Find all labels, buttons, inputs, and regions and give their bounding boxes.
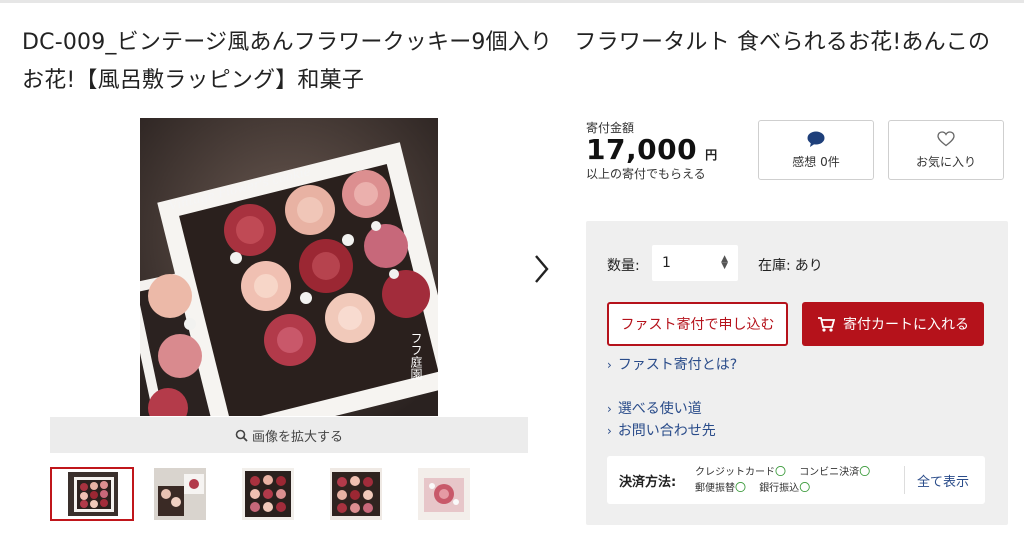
payment-method-konbini: コンビニ決済〇 bbox=[799, 465, 871, 478]
usage-link[interactable]: › 選べる使い道 bbox=[607, 398, 702, 418]
select-updown-icon: ▲ ▼ bbox=[721, 254, 728, 271]
payment-methods-box: 決済方法: クレジットカード〇 コンビニ決済〇 郵便振替〇 銀行振込〇 全て表示 bbox=[607, 456, 985, 504]
thumbnail-2[interactable] bbox=[154, 467, 238, 521]
payment-method-card: クレジットカード〇 bbox=[695, 465, 786, 478]
magnifier-icon bbox=[235, 429, 248, 442]
quantity-value: 1 bbox=[662, 255, 671, 271]
donation-amount: 17,000 bbox=[586, 133, 698, 166]
payment-method-postal: 郵便振替〇 bbox=[695, 481, 746, 494]
available-circle-icon: 〇 bbox=[735, 481, 746, 494]
thumbnail-3[interactable] bbox=[242, 467, 326, 521]
reviews-label: 感想 0件 bbox=[792, 154, 840, 169]
payment-label: 決済方法: bbox=[619, 475, 677, 490]
reviews-button[interactable]: 感想 0件 bbox=[758, 120, 874, 180]
quantity-select[interactable]: 1 ▲ ▼ bbox=[652, 245, 738, 281]
stock-status: 在庫: あり bbox=[758, 255, 823, 275]
heart-icon bbox=[937, 130, 955, 146]
top-border bbox=[0, 0, 1024, 3]
donation-unit: 円 bbox=[705, 148, 718, 162]
payment-method-bank-text: 銀行振込 bbox=[759, 483, 800, 494]
favorite-button[interactable]: お気に入り bbox=[888, 120, 1004, 180]
add-to-cart-label: 寄付カートに入れる bbox=[843, 317, 969, 333]
chevron-right-icon: › bbox=[607, 424, 612, 438]
donation-price: 17,000 円 bbox=[586, 133, 717, 166]
payment-method-konbini-text: コンビニ決済 bbox=[799, 467, 860, 478]
contact-text: お問い合わせ先 bbox=[617, 423, 716, 439]
payment-method-bank: 銀行振込〇 bbox=[759, 481, 811, 494]
fast-donation-label: ファスト寄付で申し込む bbox=[620, 317, 775, 333]
chevron-right-icon: › bbox=[607, 358, 612, 372]
show-all-payments-link[interactable]: 全て表示 bbox=[917, 471, 969, 490]
order-panel: 数量: 1 ▲ ▼ 在庫: あり ファスト寄付で申し込む 寄付カートに入れる › ファ… bbox=[586, 221, 1008, 525]
next-image-chevron-icon[interactable] bbox=[530, 252, 552, 286]
cart-icon bbox=[818, 317, 835, 332]
thumbnail-4[interactable] bbox=[330, 467, 414, 521]
zoom-label: 画像を拡大する bbox=[251, 429, 343, 445]
thumbnail-2-image bbox=[154, 468, 206, 520]
favorite-label: お気に入り bbox=[915, 154, 976, 169]
thumbnail-5-image bbox=[418, 468, 470, 520]
payment-method-postal-text: 郵便振替 bbox=[695, 483, 735, 494]
donation-note: 以上の寄付でもらえる bbox=[586, 167, 706, 181]
available-circle-icon: 〇 bbox=[775, 465, 786, 478]
fast-donation-button[interactable]: ファスト寄付で申し込む bbox=[607, 302, 788, 346]
add-to-cart-button[interactable]: 寄付カートに入れる bbox=[802, 302, 984, 346]
thumbnail-1[interactable] bbox=[50, 467, 134, 521]
available-circle-icon: 〇 bbox=[799, 481, 811, 494]
stock-label: 在庫: bbox=[758, 258, 791, 274]
fast-donation-info-text: ファスト寄付とは? bbox=[617, 357, 738, 373]
divider bbox=[904, 466, 905, 494]
stock-value: あり bbox=[794, 258, 823, 274]
quantity-label: 数量: bbox=[607, 258, 640, 274]
payment-methods-list: クレジットカード〇 コンビニ決済〇 郵便振替〇 銀行振込〇 bbox=[695, 464, 880, 496]
thumbnail-4-image bbox=[330, 468, 382, 520]
image-watermark-text: フフ庭園 bbox=[409, 332, 423, 380]
main-product-image[interactable]: Vintage Flower's cookie フフ庭園 bbox=[140, 118, 438, 416]
thumbnail-5[interactable] bbox=[418, 467, 502, 521]
usage-text: 選べる使い道 bbox=[617, 401, 702, 417]
speech-bubble-icon bbox=[807, 131, 825, 147]
payment-method-card-text: クレジットカード bbox=[695, 467, 775, 478]
available-circle-icon: 〇 bbox=[859, 465, 871, 478]
zoom-image-button[interactable]: 画像を拡大する bbox=[50, 417, 528, 453]
contact-link[interactable]: › お問い合わせ先 bbox=[607, 420, 716, 440]
cookie-box-photo: Vintage Flower's cookieフフ庭園 bbox=[140, 118, 438, 416]
chevron-right-icon: › bbox=[607, 402, 612, 416]
thumbnail-3-image bbox=[242, 468, 294, 520]
thumbnail-1-image bbox=[52, 469, 132, 519]
fast-donation-info-link[interactable]: › ファスト寄付とは? bbox=[607, 354, 737, 374]
product-title: DC-009_ビンテージ風あんフラワークッキー9個入り フラワータルト 食べられ… bbox=[22, 30, 991, 93]
